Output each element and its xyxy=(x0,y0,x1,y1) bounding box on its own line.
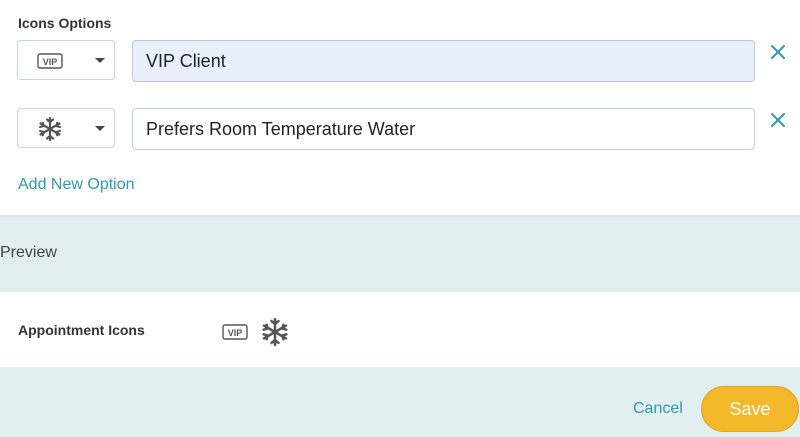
add-new-option-link[interactable]: Add New Option xyxy=(18,176,135,194)
chevron-down-icon xyxy=(95,126,105,131)
snowflake-icon xyxy=(260,317,290,352)
preview-icon-list: VIP xyxy=(222,317,290,352)
icon-select-dropdown[interactable]: VIP xyxy=(17,40,115,80)
chevron-down-icon xyxy=(95,58,105,63)
option-text-input[interactable] xyxy=(132,108,755,150)
option-row: VIP xyxy=(0,40,800,84)
appointment-icons-label: Appointment Icons xyxy=(18,322,145,338)
remove-option-button[interactable] xyxy=(768,42,788,62)
close-icon xyxy=(771,45,785,59)
vip-icon: VIP xyxy=(222,324,248,345)
snowflake-icon xyxy=(36,116,64,142)
svg-text:VIP: VIP xyxy=(43,57,58,67)
vip-icon: VIP xyxy=(36,49,64,73)
option-text-input[interactable] xyxy=(132,40,755,82)
icons-options-panel: Icons Options VIP VIP Client Prefers Roo… xyxy=(0,0,800,215)
save-button[interactable]: Save xyxy=(701,386,799,432)
preview-panel: Appointment Icons VIP xyxy=(0,292,800,367)
cancel-button[interactable]: Cancel xyxy=(633,400,683,418)
remove-option-button[interactable] xyxy=(768,110,788,130)
option-row xyxy=(0,108,800,152)
svg-text:VIP: VIP xyxy=(228,328,243,338)
preview-heading: Preview xyxy=(0,244,57,261)
close-icon xyxy=(771,113,785,127)
icons-options-title: Icons Options xyxy=(18,15,112,31)
icon-select-dropdown[interactable] xyxy=(17,108,115,148)
